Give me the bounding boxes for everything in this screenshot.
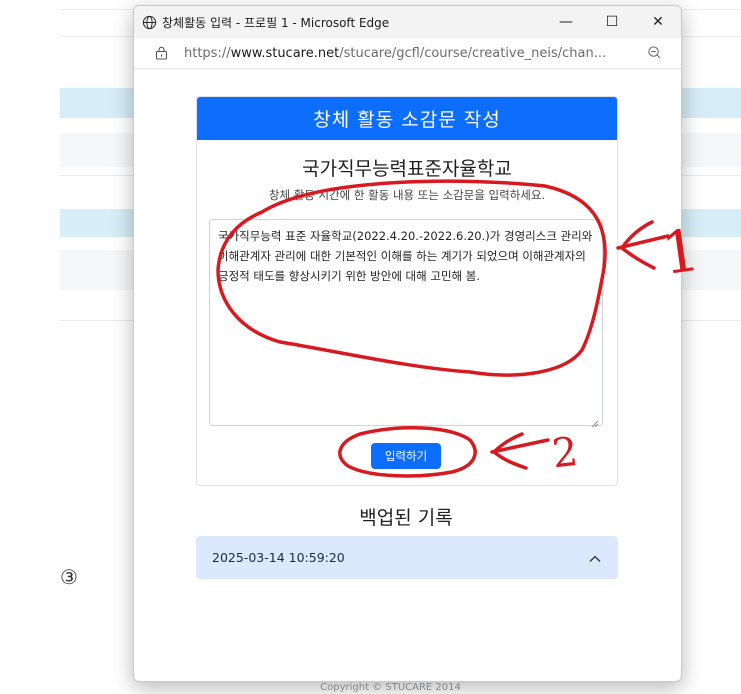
instruction-text: 창체 활동 시간에 한 활동 내용 또는 소감문을 입력하세요. — [268, 188, 546, 202]
resize-grip-icon[interactable] — [591, 414, 599, 428]
url-prefix: https:// — [184, 45, 231, 61]
url-domain: www.stucare.net — [230, 45, 340, 61]
globe-icon — [141, 14, 157, 30]
circled-number-marker: ③ — [60, 565, 78, 589]
window-title: 창체활동 입력 - 프로필 1 - Microsoft Edge — [162, 15, 390, 30]
footer-copyright: Copyright © STUCARE 2014 — [320, 682, 461, 693]
backup-timestamp: 2025-03-14 10:59:20 — [212, 550, 345, 565]
zoom-out-icon[interactable] — [647, 45, 663, 61]
url-text[interactable]: https://www.stucare.net/stucare/gcfl/cou… — [184, 46, 639, 61]
url-path: /stucare/gcfl/course/creative_neis/chan.… — [339, 45, 607, 61]
maximize-button[interactable]: ☐ — [589, 6, 635, 38]
submit-button[interactable]: 입력하기 — [371, 443, 441, 469]
school-name: 국가직무능력표준자율학교 — [302, 158, 512, 180]
backup-accordion-item[interactable]: 2025-03-14 10:59:20 — [196, 536, 618, 579]
address-bar[interactable]: https://www.stucare.net/stucare/gcfl/cou… — [134, 38, 681, 69]
lock-icon[interactable] — [154, 46, 168, 60]
reflection-textarea[interactable]: 국가직무능력 표준 자율학교(2022.4.20.-2022.6.20.)가 경… — [209, 219, 603, 428]
backup-section-title: 백업된 기록 — [359, 507, 453, 529]
chevron-up-icon[interactable] — [588, 551, 602, 565]
window-controls: — ☐ ✕ — [543, 6, 681, 38]
window-titlebar[interactable]: 창체활동 입력 - 프로필 1 - Microsoft Edge — ☐ ✕ — [134, 6, 681, 38]
close-button[interactable]: ✕ — [635, 6, 681, 38]
card-header: 창체 활동 소감문 작성 — [197, 97, 617, 140]
reflection-form-card: 창체 활동 소감문 작성 국가직무능력표준자율학교 창체 활동 시간에 한 활동… — [196, 96, 618, 486]
minimize-button[interactable]: — — [543, 6, 589, 38]
edge-popup-window: 창체활동 입력 - 프로필 1 - Microsoft Edge — ☐ ✕ h… — [133, 5, 682, 682]
textarea-content: 국가직무능력 표준 자율학교(2022.4.20.-2022.6.20.)가 경… — [218, 229, 593, 283]
